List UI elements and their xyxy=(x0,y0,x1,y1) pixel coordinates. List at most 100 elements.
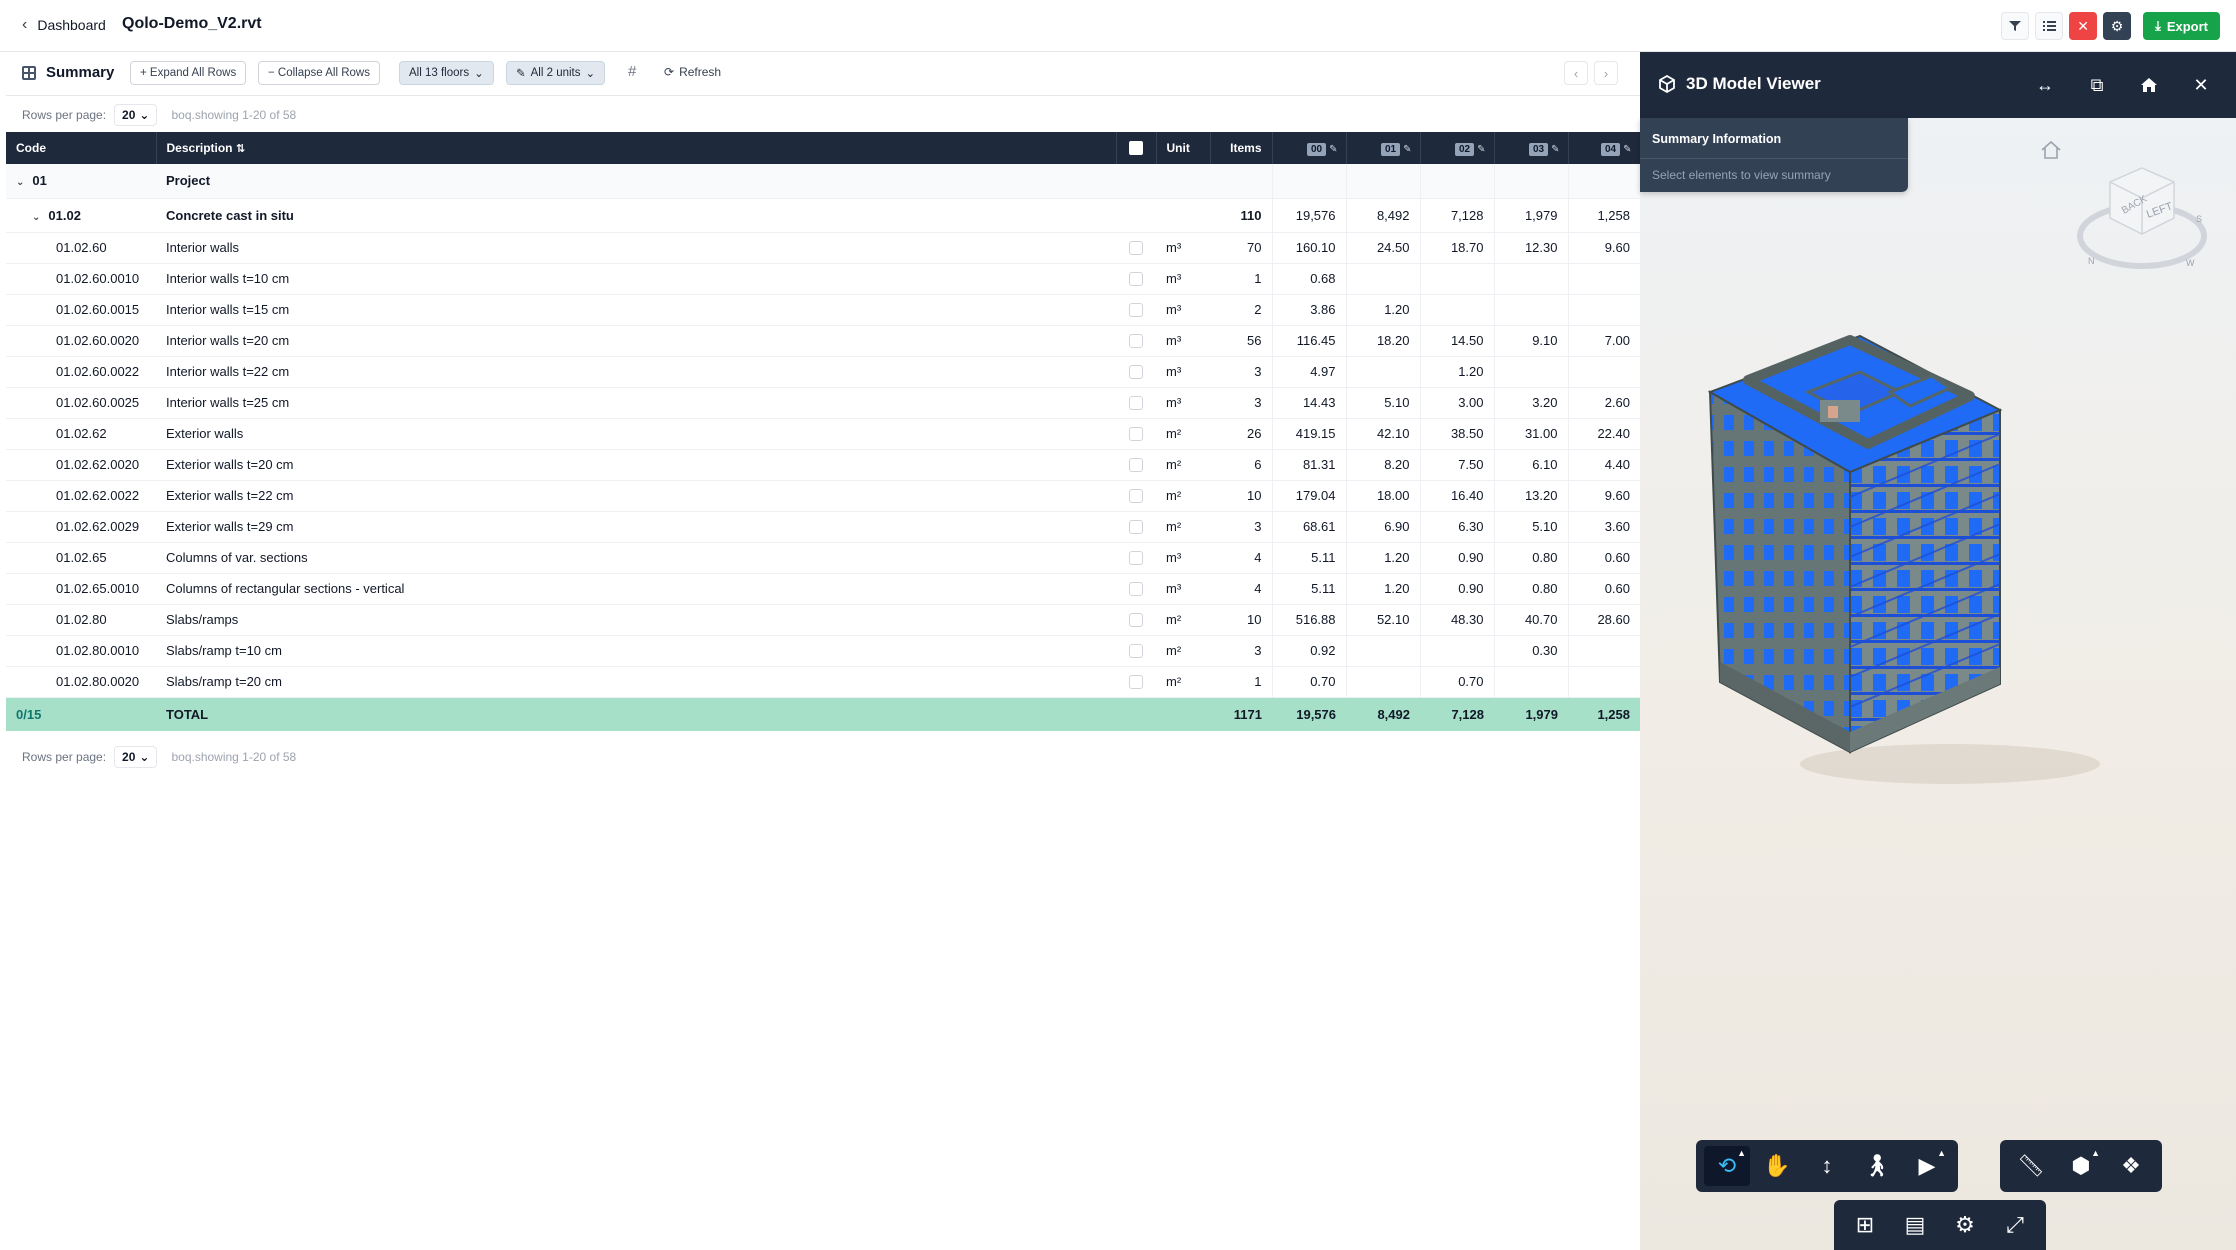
table-row[interactable]: 01.02.62 Exterior walls m² 26 419.15 42.10 38.… xyxy=(6,418,1640,450)
table-row[interactable]: 01.02.80.0020 Slabs/ramp t=20 cm m² 1 0.70 0.… xyxy=(6,666,1640,698)
back-label: Dashboard xyxy=(37,17,106,33)
chevron-down-icon[interactable]: ⌄ xyxy=(32,212,40,223)
pan-tool-button[interactable]: ✋ xyxy=(1754,1146,1800,1186)
chevron-down-icon[interactable]: ⌄ xyxy=(16,177,24,188)
column-header-select-all[interactable] xyxy=(1116,132,1157,164)
table-row[interactable]: 01.02.62.0029 Exterior walls t=29 cm m² 3 68… xyxy=(6,511,1640,543)
row-checkbox[interactable] xyxy=(1129,582,1143,597)
column-header-floor-04[interactable]: 04 ✎ xyxy=(1568,132,1641,164)
subgroup-row[interactable]: ⌄ 01.02 Concrete cast in situ 110 19,576 … xyxy=(6,198,1640,233)
row-unit: m² xyxy=(1156,449,1210,481)
row-checkbox[interactable] xyxy=(1129,396,1143,411)
row-checkbox[interactable] xyxy=(1129,520,1143,535)
row-checkbox[interactable] xyxy=(1129,458,1143,473)
row-checkbox[interactable] xyxy=(1129,427,1143,442)
section-tool-button[interactable]: ⬢ ▲ xyxy=(2058,1146,2104,1186)
building-3d-model[interactable] xyxy=(1700,332,2120,792)
row-unit: m³ xyxy=(1156,325,1210,357)
table-row[interactable]: 01.02.60.0022 Interior walls t=22 cm m³ 3 4.… xyxy=(6,356,1640,388)
row-description: Interior walls t=10 cm xyxy=(156,263,1116,295)
row-select-cell xyxy=(1116,542,1156,574)
hash-toggle-button[interactable]: # xyxy=(628,63,636,80)
collapse-all-button[interactable]: − Collapse All Rows xyxy=(258,61,380,85)
column-header-floor-00[interactable]: 00 ✎ xyxy=(1272,132,1347,164)
walk-tool-button[interactable]: 🚶︎ xyxy=(1854,1146,1900,1186)
back-to-dashboard-link[interactable]: ‹ Dashboard xyxy=(22,16,106,34)
filter-icon xyxy=(2009,21,2022,31)
orbit-tool-button[interactable]: ⟲ ▲ xyxy=(1704,1146,1750,1186)
table-row[interactable]: 01.02.80.0010 Slabs/ramp t=10 cm m² 3 0.92 0.… xyxy=(6,635,1640,667)
pencil-icon[interactable]: ✎ xyxy=(1551,144,1559,155)
resize-width-button[interactable]: ↔ xyxy=(2030,70,2060,100)
settings-button[interactable]: ⚙ xyxy=(2103,12,2132,40)
row-checkbox[interactable] xyxy=(1129,551,1143,566)
column-header-floor-03[interactable]: 03 ✎ xyxy=(1494,132,1569,164)
expand-all-button[interactable]: + Expand All Rows xyxy=(130,61,247,85)
table-row[interactable]: 01.02.60.0020 Interior walls t=20 cm m³ 56 1… xyxy=(6,325,1640,357)
fullscreen-button[interactable]: ⤢ xyxy=(1992,1205,2038,1245)
column-header-description[interactable]: Description ⇅ xyxy=(156,132,1117,164)
filter-button[interactable] xyxy=(2001,12,2030,40)
viewer-settings-button[interactable]: ⚙ xyxy=(1942,1205,1988,1245)
pencil-icon[interactable]: ✎ xyxy=(1329,144,1337,155)
fullscreen-icon: ⤢ xyxy=(2006,1212,2024,1237)
row-floor-value: 1.20 xyxy=(1345,542,1420,574)
export-button[interactable]: ⤓ Export xyxy=(2143,12,2220,40)
floors-filter-dropdown[interactable]: All 13 floors ⌄ xyxy=(399,61,494,85)
pencil-icon: ✎ xyxy=(516,68,526,80)
row-checkbox[interactable] xyxy=(1129,334,1143,349)
camera-tool-button[interactable]: ▶︎ ▲ xyxy=(1904,1146,1950,1186)
rows-per-page-select[interactable]: 20 ⌄ xyxy=(114,746,158,768)
row-floor-value: 42.10 xyxy=(1345,418,1420,450)
row-checkbox[interactable] xyxy=(1129,489,1143,504)
pencil-icon[interactable]: ✎ xyxy=(1623,144,1631,155)
scroll-right-button[interactable]: › xyxy=(1594,61,1618,85)
properties-button[interactable]: ▤ xyxy=(1892,1205,1938,1245)
close-viewer-button[interactable]: ✕ xyxy=(2186,70,2216,100)
select-all-checkbox[interactable] xyxy=(1129,141,1143,156)
open-external-button[interactable]: ⧉ xyxy=(2082,70,2112,100)
row-checkbox[interactable] xyxy=(1129,613,1143,628)
cube-icon xyxy=(1659,75,1675,93)
column-header-floor-01[interactable]: 01 ✎ xyxy=(1346,132,1421,164)
chevron-down-icon: ⌄ xyxy=(139,750,150,764)
close-document-button[interactable]: ✕ xyxy=(2069,12,2098,40)
row-checkbox[interactable] xyxy=(1129,675,1143,690)
column-header-floor-02[interactable]: 02 ✎ xyxy=(1420,132,1495,164)
row-checkbox[interactable] xyxy=(1129,241,1143,256)
refresh-icon: ⟳ xyxy=(664,65,675,79)
row-checkbox[interactable] xyxy=(1129,365,1143,380)
explode-tool-button[interactable]: ❖ xyxy=(2108,1146,2154,1186)
column-header-code[interactable]: Code xyxy=(6,132,157,164)
table-row[interactable]: 01.02.60.0010 Interior walls t=10 cm m³ 1 0.… xyxy=(6,263,1640,295)
pencil-icon[interactable]: ✎ xyxy=(1477,144,1485,155)
home-view-button[interactable] xyxy=(2134,70,2164,100)
row-floor-value: 31.00 xyxy=(1493,418,1568,450)
row-checkbox[interactable] xyxy=(1129,303,1143,318)
group-row-project[interactable]: ⌄ 01 Project xyxy=(6,164,1640,199)
scroll-left-button[interactable]: ‹ xyxy=(1564,61,1588,85)
table-row[interactable]: 01.02.60.0025 Interior walls t=25 cm m³ 3 14… xyxy=(6,387,1640,419)
table-row[interactable]: 01.02.80 Slabs/ramps m² 10 516.88 52.10 48.30 4… xyxy=(6,604,1640,636)
units-filter-dropdown[interactable]: ✎ All 2 units ⌄ xyxy=(506,61,606,85)
rows-per-page-select[interactable]: 20 ⌄ xyxy=(114,104,158,126)
table-row[interactable]: 01.02.62.0022 Exterior walls t=22 cm m² 10 1… xyxy=(6,480,1640,512)
row-checkbox[interactable] xyxy=(1129,272,1143,287)
measure-tool-button[interactable]: 📏︎ xyxy=(2008,1146,2054,1186)
list-view-button[interactable] xyxy=(2035,12,2064,40)
table-row[interactable]: 01.02.60 Interior walls m³ 70 160.10 24.50 18.… xyxy=(6,232,1640,264)
table-row[interactable]: 01.02.65.0010 Columns of rectangular sect… xyxy=(6,573,1640,605)
zoom-tool-button[interactable]: ↕ xyxy=(1804,1146,1850,1186)
table-row[interactable]: 01.02.60.0015 Interior walls t=15 cm m³ 2 3.… xyxy=(6,294,1640,326)
row-checkbox[interactable] xyxy=(1129,644,1143,659)
reset-view-home-icon[interactable] xyxy=(2040,140,2062,160)
view-cube[interactable]: BACK LEFT S W N xyxy=(2074,156,2210,286)
table-row[interactable]: 01.02.65 Columns of var. sections m³ 4 5.11 1… xyxy=(6,542,1640,574)
pencil-icon[interactable]: ✎ xyxy=(1403,144,1411,155)
model-browser-button[interactable]: ⊞ xyxy=(1842,1205,1888,1245)
row-floor-value: 5.10 xyxy=(1493,511,1568,543)
column-header-unit[interactable]: Unit xyxy=(1156,132,1211,164)
column-header-items[interactable]: Items xyxy=(1210,132,1273,164)
refresh-button[interactable]: ⟳ Refresh xyxy=(664,65,721,79)
table-row[interactable]: 01.02.62.0020 Exterior walls t=20 cm m² 6 81… xyxy=(6,449,1640,481)
